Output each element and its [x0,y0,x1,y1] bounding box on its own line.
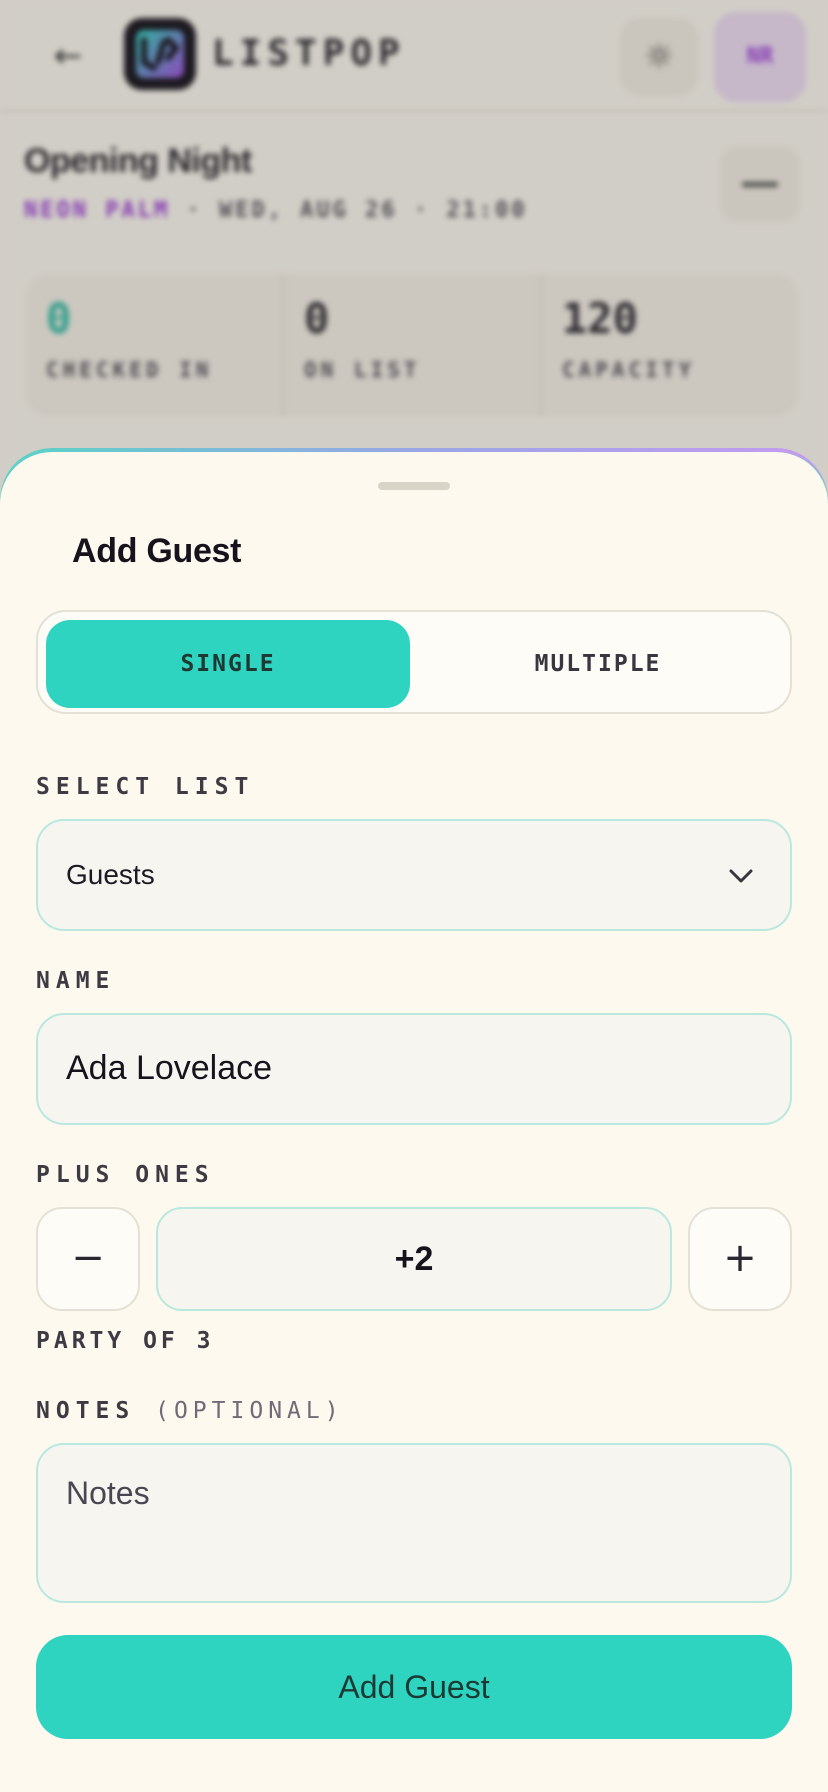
notes-label: NOTES (OPTIONAL) [36,1398,344,1424]
notes-placeholder: Notes [66,1475,150,1511]
increment-button[interactable]: + [688,1207,792,1311]
list-select-value: Guests [66,859,155,890]
mode-single-button[interactable]: SINGLE [46,620,410,708]
mode-multiple-button[interactable]: MULTIPLE [416,620,780,708]
minus-icon: − [71,1235,105,1281]
chevron-down-icon [726,861,756,891]
notes-label-text: NOTES [36,1398,136,1424]
plus-ones-stepper-value[interactable]: +2 [156,1207,672,1311]
list-select[interactable]: Guests [36,819,792,931]
sheet-drag-handle[interactable] [378,482,450,490]
name-value: Ada Lovelace [66,1049,273,1087]
plus-icon: + [723,1235,757,1281]
select-list-label: SELECT LIST [36,774,255,800]
name-label: NAME [36,968,116,994]
mode-segmented-control: SINGLE MULTIPLE [36,610,792,714]
add-guest-sheet: Add Guest SINGLE MULTIPLE SELECT LIST Gu… [0,452,828,1792]
decrement-button[interactable]: − [36,1207,140,1311]
optional-tag: (OPTIONAL) [155,1398,344,1424]
add-guest-button[interactable]: Add Guest [36,1635,792,1739]
notes-textarea[interactable]: Notes [36,1443,792,1603]
party-size-text: PARTY OF 3 [36,1328,215,1354]
sheet-title: Add Guest [72,532,242,570]
plus-ones-label: PLUS ONES [36,1162,215,1188]
name-field[interactable]: Ada Lovelace [36,1013,792,1125]
